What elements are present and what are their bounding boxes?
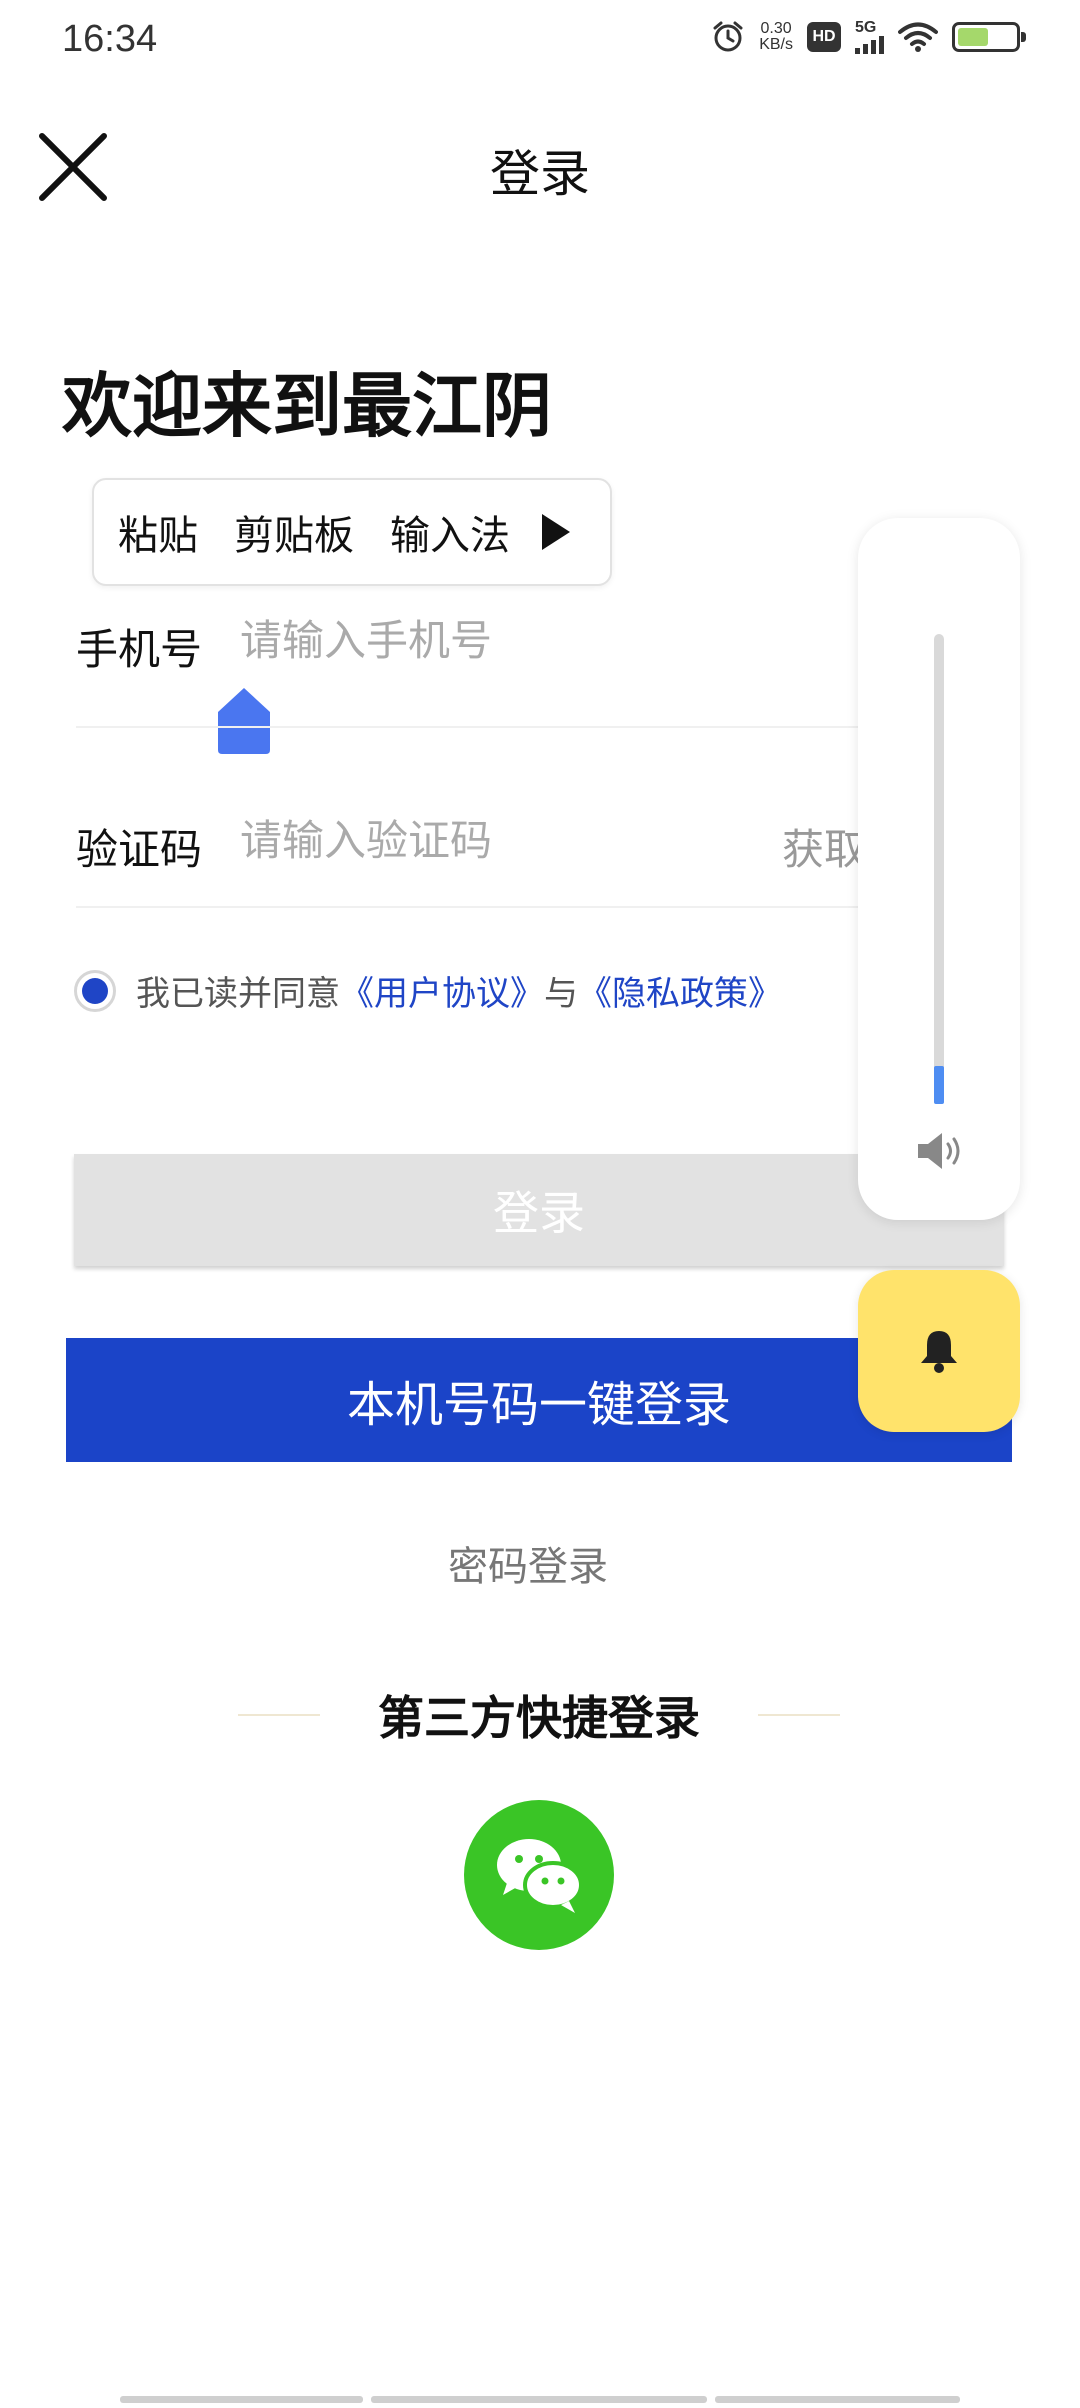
user-agreement-link[interactable]: 《用户协议》 [340, 966, 544, 1015]
volume-slider[interactable] [934, 634, 944, 1104]
status-bar: 16:34 0.30 KB/s HD 5G [0, 0, 1080, 90]
get-code-button[interactable]: 获取验证码 [782, 816, 862, 877]
agreement-prefix: 我已读并同意 [136, 974, 340, 1014]
radio-checked-dot [82, 977, 108, 1004]
volume-level-fill [934, 1066, 944, 1104]
code-label: 验证码 [76, 825, 203, 874]
popup-input-method-item[interactable]: 输入法 [390, 503, 510, 561]
text-cursor-handle-icon[interactable] [216, 686, 272, 756]
gesture-nav-bar [120, 2396, 960, 2404]
network-speed-value: 0.30 [760, 20, 792, 37]
network-speed: 0.30 KB/s [759, 21, 793, 53]
privacy-policy-link[interactable]: 《隐私政策》 [578, 966, 782, 1015]
welcome-heading: 欢迎来到最江阴 [62, 365, 552, 447]
third-party-header: 第三方快捷登录 [238, 1682, 840, 1748]
popup-clipboard-item[interactable]: 剪贴板 [234, 503, 354, 561]
code-input[interactable] [240, 816, 760, 865]
hd-icon: HD [807, 22, 841, 52]
nav-segment-right [715, 2396, 960, 2403]
nav-segment-center [370, 2396, 708, 2403]
password-login-link[interactable]: 密码登录 [0, 1534, 1056, 1592]
third-party-title: 第三方快捷登录 [378, 1691, 700, 1745]
status-icons: 0.30 KB/s HD 5G [711, 20, 1026, 54]
phone-input[interactable] [240, 616, 800, 665]
third-party-line-left [238, 1714, 320, 1716]
speaker-icon[interactable] [914, 1130, 964, 1172]
status-time: 16:34 [62, 18, 158, 60]
signal-icon: 5G [855, 20, 884, 54]
play-arrow-icon[interactable] [542, 514, 570, 550]
login-page: 16:34 0.30 KB/s HD 5G 登录 欢迎来到最江阴 粘贴 剪贴板 … [0, 0, 1080, 2408]
network-speed-unit: KB/s [759, 36, 793, 53]
ring-mode-button[interactable] [858, 1270, 1020, 1432]
wechat-icon [497, 1839, 583, 1913]
alarm-icon [713, 21, 743, 52]
nav-segment-left [120, 2396, 363, 2403]
wifi-icon [898, 22, 938, 52]
agreement-row: 我已读并同意 《用户协议》 与 《隐私政策》 [74, 966, 782, 1015]
network-type-label: 5G [855, 19, 877, 36]
page-title: 登录 [490, 145, 590, 203]
bell-icon [921, 1331, 957, 1373]
agreement-radio[interactable] [74, 969, 116, 1012]
wechat-login-button[interactable] [464, 1800, 614, 1950]
phone-label: 手机号 [76, 625, 203, 674]
volume-panel [858, 518, 1020, 1220]
signal-bars [855, 36, 884, 54]
popup-paste-item[interactable]: 粘贴 [118, 503, 198, 561]
third-party-line-right [758, 1714, 840, 1716]
paste-popup-menu: 粘贴 剪贴板 输入法 [92, 478, 612, 586]
agreement-connector: 与 [544, 974, 578, 1014]
battery-level [958, 28, 988, 46]
battery-icon [952, 22, 1026, 52]
